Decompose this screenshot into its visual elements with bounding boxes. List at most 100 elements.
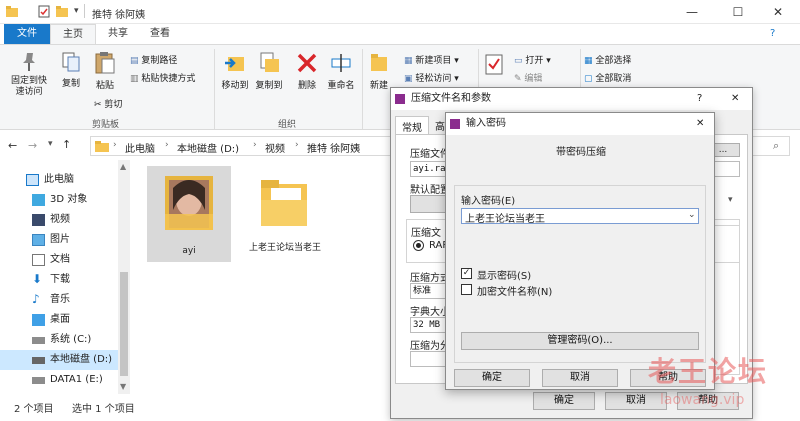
breadcrumb-this-pc[interactable]: 此电脑 (125, 140, 155, 155)
cut-label: 剪切 (104, 100, 123, 110)
paste-shortcut-icon: ▥ (130, 74, 139, 84)
copy-path-label: 复制路径 (141, 56, 178, 66)
nav-scrollbar-thumb[interactable] (120, 272, 128, 376)
nav-item-drive-d[interactable]: 本地磁盘 (D:) (0, 350, 130, 370)
drive-icon (32, 377, 45, 384)
password-dropdown-icon[interactable]: ⌄ (688, 210, 696, 220)
pin-icon (23, 53, 35, 71)
show-password-checkbox[interactable]: ✓ (461, 268, 472, 279)
copy-path-button[interactable]: ▤ 复制路径 (130, 53, 177, 66)
profile-dropdown-icon[interactable]: ▾ (728, 195, 733, 205)
encrypt-names-label: 加密文件名称(N) (477, 287, 553, 298)
dialog-help-button[interactable]: ? (697, 88, 702, 110)
breadcrumb-sep: › (165, 140, 169, 150)
new-folder-icon[interactable] (56, 5, 68, 18)
paste-shortcut-button[interactable]: ▥ 粘贴快捷方式 (130, 71, 195, 84)
delete-label: 删除 (297, 81, 316, 91)
nav-label: 本地磁盘 (D:) (50, 354, 113, 365)
copy-to-label: 复制到 (255, 81, 283, 91)
nav-item-desktop[interactable]: 桌面 (0, 310, 130, 330)
nav-item-downloads[interactable]: ⬇ 下载 (0, 270, 130, 290)
nav-item-pictures[interactable]: 图片 (0, 230, 130, 250)
copy-to-button[interactable]: 复制到 (252, 51, 286, 91)
quick-access-dropdown-icon[interactable]: ▾ (74, 6, 79, 16)
rename-button[interactable]: 重命名 (324, 51, 358, 91)
pin-quick-access-button[interactable]: 固定到快速访问 (6, 51, 52, 98)
new-item-button[interactable]: ▦ 新建项目 ▾ (404, 53, 459, 66)
move-to-label: 移动到 (221, 81, 249, 91)
password-ok-button[interactable]: 确定 (454, 369, 530, 387)
encrypt-names-checkbox[interactable] (461, 284, 472, 295)
move-to-button[interactable]: 移动到 (218, 51, 252, 91)
archive-cancel-button[interactable]: 取消 (605, 392, 667, 410)
close-button[interactable]: ✕ (758, 3, 798, 21)
recent-dropdown-icon[interactable]: ▾ (48, 139, 53, 149)
tab-advanced[interactable]: 高 (435, 118, 445, 133)
paste-shortcut-label: 粘贴快捷方式 (141, 74, 196, 84)
nav-label: 图片 (50, 234, 70, 245)
password-close-button[interactable]: ✕ (696, 113, 704, 135)
minimize-button[interactable]: — (672, 3, 712, 21)
nav-item-this-pc[interactable]: 此电脑 (0, 170, 130, 190)
back-icon[interactable]: ← (8, 139, 17, 152)
edit-button[interactable]: ✎ 编辑 (514, 71, 542, 84)
nav-item-documents[interactable]: 文档 (0, 250, 130, 270)
profile-button[interactable] (410, 195, 450, 213)
easy-access-label: 轻松访问 (415, 74, 452, 84)
dialog-close-button[interactable]: ✕ (731, 88, 739, 110)
new-folder-large-icon (371, 54, 387, 71)
manage-passwords-button[interactable]: 管理密码(O)... (461, 332, 699, 350)
tab-general[interactable]: 常规 (395, 116, 429, 136)
method-select[interactable]: 标准 (410, 283, 450, 299)
tab-home[interactable]: 主页 (50, 24, 96, 44)
nav-label: 3D 对象 (50, 194, 88, 205)
password-input[interactable]: 上老王论坛当老王 ⌄ (461, 208, 699, 225)
tab-share[interactable]: 共享 (98, 24, 138, 44)
nav-item-music[interactable]: ♪ 音乐 (0, 290, 130, 310)
enter-password-label: 输入密码(E) (461, 196, 516, 207)
breadcrumb-drive-d[interactable]: 本地磁盘 (D:) (177, 140, 239, 155)
password-dialog-title: 输入密码 (466, 118, 506, 129)
file-item-ayi[interactable]: ayi (147, 166, 231, 262)
select-all-button[interactable]: ▦ 全部选择 (584, 53, 631, 66)
nav-label: DATA1 (E:) (50, 374, 103, 385)
cube-icon (32, 194, 45, 206)
cut-button[interactable]: ✂ 剪切 (94, 97, 122, 110)
dictionary-select[interactable]: 32 MB (410, 317, 450, 333)
copy-button[interactable]: 复制 (56, 51, 86, 89)
scroll-down-icon[interactable]: ▼ (120, 382, 126, 391)
split-field[interactable] (410, 351, 450, 367)
archive-ok-button[interactable]: 确定 (533, 392, 595, 410)
nav-scrollbar[interactable]: ▲ ▼ (118, 160, 130, 394)
select-none-label: 全部取消 (595, 74, 632, 84)
breadcrumb-current[interactable]: 推特 徐阿姨 (307, 140, 360, 155)
new-folder-button[interactable]: 新建 (366, 51, 392, 91)
watermark-url: laowang.vip (660, 392, 745, 408)
breadcrumb-videos[interactable]: 视频 (265, 140, 285, 155)
help-icon[interactable]: ? (770, 28, 775, 39)
paste-button[interactable]: 粘贴 (90, 51, 120, 91)
nav-item-drive-c[interactable]: 系统 (C:) (0, 330, 130, 350)
password-cancel-button[interactable]: 取消 (542, 369, 618, 387)
properties-button[interactable] (482, 53, 506, 80)
maximize-button[interactable]: ☐ (718, 3, 758, 21)
open-button[interactable]: ▭ 打开 ▾ (514, 53, 551, 66)
tab-view[interactable]: 查看 (140, 24, 180, 44)
file-item-folder[interactable]: 上老王论坛当老王 (243, 166, 327, 276)
delete-button[interactable]: 删除 (292, 51, 322, 91)
select-none-button[interactable]: ▢ 全部取消 (584, 71, 631, 84)
rar-radio[interactable] (413, 240, 424, 251)
properties-icon[interactable] (38, 5, 50, 18)
folder-icon (6, 6, 18, 17)
nav-item-videos[interactable]: 视频 (0, 210, 130, 230)
easy-access-button[interactable]: ▣ 轻松访问 ▾ (404, 71, 459, 84)
folder-large-icon (261, 180, 307, 226)
nav-item-3d-objects[interactable]: 3D 对象 (0, 190, 130, 210)
tab-file[interactable]: 文件 (4, 24, 50, 44)
nav-item-drive-e[interactable]: DATA1 (E:) (0, 370, 130, 390)
forward-icon[interactable]: → (28, 139, 37, 152)
password-dialog-titlebar: 输入密码 ✕ (446, 113, 714, 135)
up-icon[interactable]: ↑ (62, 138, 71, 151)
password-group: 输入密码(E) 上老王论坛当老王 ⌄ ✓ 显示密码(S) 加密文件名称(N) 管… (454, 185, 706, 363)
scroll-up-icon[interactable]: ▲ (120, 162, 126, 171)
